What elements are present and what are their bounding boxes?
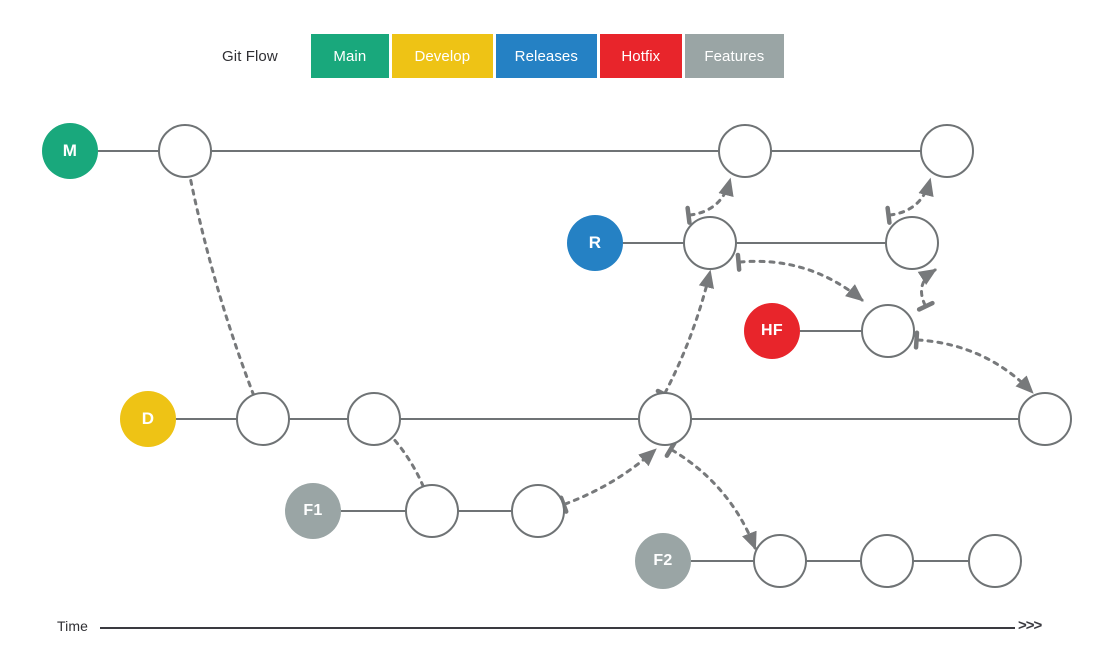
commit-node-feature2-2[interactable]	[860, 534, 914, 588]
git-flow-diagram: Git Flow Main Develop Releases Hotfix Featur…	[0, 0, 1110, 660]
branch-head-main[interactable]: M	[42, 123, 98, 179]
legend-title: Git Flow	[222, 47, 278, 65]
diagram-canvas	[98, 124, 1072, 629]
merge-arrow-hotfix-to-release	[916, 268, 938, 312]
legend-item-label: Hotfix	[621, 47, 661, 65]
legend-item-features: Features	[684, 34, 784, 78]
branch-head-feature2[interactable]: F2	[635, 533, 691, 589]
legend-item-label: Features	[704, 47, 765, 65]
legend-item-label: Releases	[514, 47, 578, 65]
branch-head-label: F1	[303, 502, 323, 519]
branch-head-releases[interactable]: R	[567, 215, 623, 271]
merge-arrow-develop-to-feature2	[664, 440, 757, 551]
merge-arrow-hotfix-to-develop	[913, 330, 1034, 394]
legend-item-label: Develop	[414, 47, 471, 65]
commit-node-feature1-1[interactable]	[405, 484, 459, 538]
legend: Git Flow Main Develop Releases Hotfix Featur…	[222, 34, 787, 78]
commit-node-develop-1[interactable]	[236, 392, 290, 446]
merge-arrow-develop-to-release	[655, 269, 714, 401]
commit-node-develop-2[interactable]	[347, 392, 401, 446]
branch-head-hotfix[interactable]: HF	[744, 303, 800, 359]
branch-head-label: HF	[761, 322, 783, 339]
branch-head-feature1[interactable]: F1	[285, 483, 341, 539]
legend-item-hotfix: Hotfix	[599, 34, 682, 78]
commit-node-develop-3[interactable]	[638, 392, 692, 446]
commit-node-feature2-1[interactable]	[753, 534, 807, 588]
commit-node-releases-2[interactable]	[885, 216, 939, 270]
branch-head-label: F2	[653, 552, 673, 569]
commit-node-releases-1[interactable]	[683, 216, 737, 270]
commit-node-main-1[interactable]	[158, 124, 212, 178]
commit-node-main-2[interactable]	[718, 124, 772, 178]
legend-item-label: Main	[333, 47, 367, 65]
merge-arrow-main-to-develop	[175, 145, 265, 422]
merge-arrow-feature1-to-develop	[558, 448, 657, 514]
commit-node-main-3[interactable]	[920, 124, 974, 178]
commit-node-hotfix-1[interactable]	[861, 304, 915, 358]
commit-node-feature2-3[interactable]	[968, 534, 1022, 588]
legend-item-main: Main	[310, 34, 389, 78]
time-axis-label: Time	[57, 618, 88, 634]
legend-items: Main Develop Releases Hotfix Features	[310, 34, 787, 78]
commit-node-develop-4[interactable]	[1018, 392, 1072, 446]
commit-node-feature1-2[interactable]	[511, 484, 565, 538]
legend-item-releases: Releases	[495, 34, 597, 78]
merge-arrow-release-to-main-final	[885, 177, 934, 225]
merge-arrow-release-to-hotfix	[735, 252, 864, 302]
branch-head-label: M	[62, 141, 78, 160]
branch-head-label: R	[588, 233, 602, 252]
branch-head-develop[interactable]: D	[120, 391, 176, 447]
legend-item-develop: Develop	[391, 34, 493, 78]
time-arrow-icon: >>>	[1018, 617, 1042, 634]
branch-head-label: D	[141, 409, 155, 428]
merge-arrow-release-to-main	[685, 177, 734, 225]
